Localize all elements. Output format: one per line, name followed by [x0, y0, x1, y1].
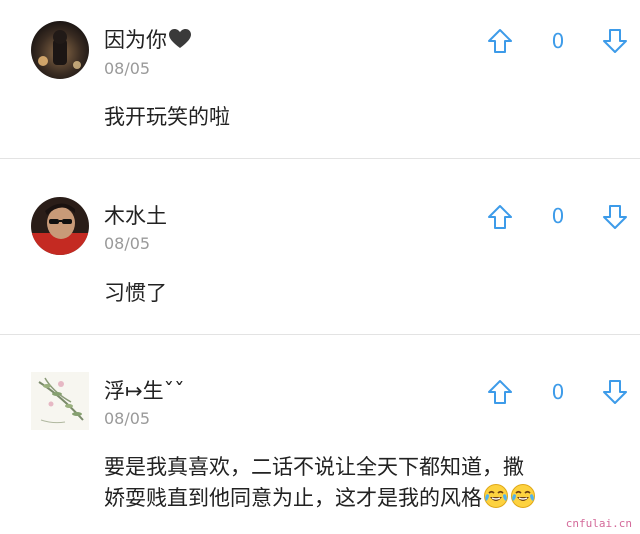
upvote-arrow-icon[interactable]	[487, 379, 513, 405]
comment-date: 08/05	[104, 409, 151, 428]
comment-text-line: 要是我真喜欢，二话不说让全天下都知道，撒	[104, 455, 524, 479]
comment-item: 浮↦生ˇˇ 08/05 要是我真喜欢，二话不说让全天下都知道，撒 娇耍贱直到他同…	[0, 335, 640, 534]
upvote-arrow-icon[interactable]	[487, 204, 513, 230]
comment-text: 我开玩笑的啦	[104, 105, 230, 129]
downvote-arrow-icon[interactable]	[602, 379, 628, 405]
comment-date: 08/05	[104, 59, 151, 78]
avatar[interactable]	[31, 197, 89, 255]
vote-count: 0	[551, 380, 565, 404]
comment-text-line2: 娇耍贱直到他同意为止，这才是我的风格	[104, 486, 482, 510]
comment-text: 要是我真喜欢，二话不说让全天下都知道，撒 娇耍贱直到他同意为止，这才是我的风格	[104, 452, 604, 518]
upvote-arrow-icon[interactable]	[487, 28, 513, 54]
username[interactable]: 木水土	[104, 203, 167, 229]
comment-text: 习惯了	[104, 281, 167, 305]
black-heart-icon	[169, 29, 191, 55]
username[interactable]: 因为你	[104, 27, 191, 55]
comment-item: 木水土 08/05 习惯了 0	[0, 159, 640, 334]
comment-item: 因为你 08/05 我开玩笑的啦 0	[0, 0, 640, 158]
avatar[interactable]	[31, 372, 89, 430]
username[interactable]: 浮↦生ˇˇ	[104, 378, 185, 404]
watermark: cnfulai.cn	[565, 517, 632, 530]
tears-of-joy-emoji-icon	[483, 483, 509, 518]
vote-count: 0	[551, 204, 565, 228]
comment-text-line: 娇耍贱直到他同意为止，这才是我的风格	[104, 483, 604, 518]
vote-count: 0	[551, 29, 565, 53]
username-text: 因为你	[104, 28, 167, 52]
comment-date: 08/05	[104, 234, 151, 253]
avatar[interactable]	[31, 21, 89, 79]
downvote-arrow-icon[interactable]	[602, 28, 628, 54]
tears-of-joy-emoji-icon	[510, 483, 536, 518]
downvote-arrow-icon[interactable]	[602, 204, 628, 230]
